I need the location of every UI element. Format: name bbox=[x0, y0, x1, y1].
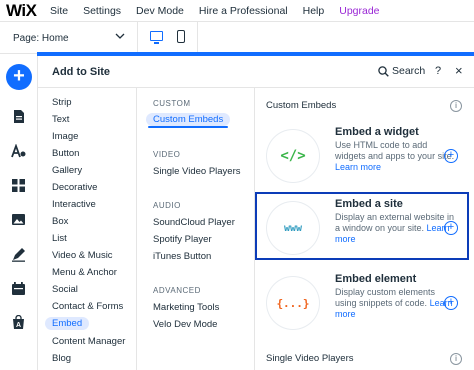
search-label: Search bbox=[392, 65, 426, 77]
chevron-down-icon bbox=[115, 33, 125, 39]
add-elements-button[interactable]: + bbox=[6, 64, 32, 90]
card-description: Use HTML code to add widgets and apps to… bbox=[335, 140, 459, 173]
left-tool-rail: + A bbox=[0, 56, 38, 370]
card-description-text: Display custom elements using snippets o… bbox=[335, 287, 436, 308]
category-text[interactable]: Text bbox=[52, 114, 69, 125]
wix-logo[interactable]: WiX bbox=[0, 1, 50, 21]
subcategory-velo-dev-mode[interactable]: Velo Dev Mode bbox=[153, 319, 217, 330]
card-description: Display custom elements using snippets o… bbox=[335, 287, 459, 320]
category-interactive[interactable]: Interactive bbox=[52, 199, 96, 210]
search-icon bbox=[378, 65, 389, 77]
subcategory-spotify-player[interactable]: Spotify Player bbox=[153, 234, 212, 245]
subcategory-heading-advanced: ADVANCED bbox=[153, 286, 201, 295]
card-title: Embed a widget bbox=[335, 126, 419, 138]
subcategory-custom-embeds[interactable]: Custom Embeds bbox=[146, 113, 231, 128]
subcategory-heading-custom: CUSTOM bbox=[153, 99, 191, 108]
blog-icon[interactable] bbox=[11, 247, 26, 262]
category-video-music[interactable]: Video & Music bbox=[52, 250, 113, 261]
category-content-manager[interactable]: Content Manager bbox=[52, 336, 125, 347]
www-icon: www bbox=[267, 202, 319, 254]
category-image[interactable]: Image bbox=[52, 131, 78, 142]
help-button[interactable]: ? bbox=[435, 65, 441, 77]
desktop-icon[interactable] bbox=[150, 31, 163, 44]
add-icon[interactable]: + bbox=[444, 149, 458, 163]
category-decorative[interactable]: Decorative bbox=[52, 182, 97, 193]
close-button[interactable]: × bbox=[455, 63, 463, 78]
menu-help[interactable]: Help bbox=[303, 5, 325, 17]
category-list: Strip Text Image Button Gallery Decorati… bbox=[38, 88, 137, 370]
code-icon: </> bbox=[267, 130, 319, 182]
embed-element-card[interactable]: {...} Embed element Display custom eleme… bbox=[257, 269, 469, 337]
search-button[interactable]: Search bbox=[378, 65, 425, 77]
www-glyph: www bbox=[283, 222, 303, 234]
menu-dev-mode[interactable]: Dev Mode bbox=[136, 5, 184, 17]
info-icon[interactable]: i bbox=[450, 353, 462, 365]
panel-title: Add to Site bbox=[52, 66, 111, 78]
top-bar: WiX Site Settings Dev Mode Hire a Profes… bbox=[0, 0, 474, 22]
subcategory-list: CUSTOM Custom Embeds VIDEO Single Video … bbox=[137, 88, 255, 370]
media-icon[interactable] bbox=[11, 212, 26, 227]
category-gallery[interactable]: Gallery bbox=[52, 165, 82, 176]
device-switcher bbox=[138, 22, 198, 54]
category-contact-forms[interactable]: Contact & Forms bbox=[52, 301, 123, 312]
embed-site-card[interactable]: www Embed a site Display an external web… bbox=[255, 192, 469, 260]
category-list[interactable]: List bbox=[52, 233, 67, 244]
section-title-custom-embeds: Custom Embeds bbox=[266, 100, 337, 111]
add-to-site-panel: Add to Site Search ? × Strip Text Image … bbox=[38, 56, 474, 370]
subcategory-heading-audio: AUDIO bbox=[153, 201, 181, 210]
menu-hire-professional[interactable]: Hire a Professional bbox=[199, 5, 288, 17]
embed-widget-card[interactable]: </> Embed a widget Use HTML code to add … bbox=[257, 122, 469, 190]
card-title: Embed element bbox=[335, 273, 417, 285]
code-glyph: </> bbox=[280, 148, 306, 164]
card-description: Display an external website in a window … bbox=[335, 212, 459, 245]
subcategory-single-video-players[interactable]: Single Video Players bbox=[153, 166, 241, 177]
menu-upgrade[interactable]: Upgrade bbox=[339, 5, 379, 17]
info-icon[interactable]: i bbox=[450, 100, 462, 112]
subcategory-marketing-tools[interactable]: Marketing Tools bbox=[153, 302, 219, 313]
store-icon[interactable]: A bbox=[11, 315, 26, 330]
card-title: Embed a site bbox=[335, 198, 403, 210]
apps-icon[interactable] bbox=[11, 178, 26, 193]
subcategory-heading-video: VIDEO bbox=[153, 150, 181, 159]
section-title-single-video-players: Single Video Players bbox=[266, 353, 354, 364]
card-description-text: Use HTML code to add widgets and apps to… bbox=[335, 140, 455, 161]
learn-more-link[interactable]: Learn more bbox=[335, 162, 381, 172]
top-menu: Site Settings Dev Mode Hire a Profession… bbox=[50, 5, 395, 17]
category-strip[interactable]: Strip bbox=[52, 97, 72, 108]
theme-icon[interactable] bbox=[11, 144, 26, 159]
panel-header: Add to Site Search ? × bbox=[38, 56, 474, 88]
category-button[interactable]: Button bbox=[52, 148, 79, 159]
category-box[interactable]: Box bbox=[52, 216, 68, 227]
category-social[interactable]: Social bbox=[52, 284, 78, 295]
category-blog[interactable]: Blog bbox=[52, 353, 71, 364]
page-selector[interactable]: Page: Home bbox=[0, 22, 138, 54]
braces-icon: {...} bbox=[267, 277, 319, 329]
pages-icon[interactable] bbox=[11, 109, 26, 124]
subcategory-itunes-button[interactable]: iTunes Button bbox=[153, 251, 211, 262]
add-icon[interactable]: + bbox=[444, 296, 458, 310]
svg-text:A: A bbox=[16, 322, 21, 329]
elements-area: Custom Embeds i </> Embed a widget Use H… bbox=[255, 88, 474, 370]
menu-settings[interactable]: Settings bbox=[83, 5, 121, 17]
category-embed[interactable]: Embed bbox=[45, 317, 90, 330]
mobile-icon[interactable] bbox=[177, 30, 185, 43]
page-bar: Page: Home bbox=[0, 22, 474, 54]
category-menu-anchor[interactable]: Menu & Anchor bbox=[52, 267, 117, 278]
add-icon[interactable]: + bbox=[444, 221, 458, 235]
page-selector-label: Page: Home bbox=[13, 32, 69, 44]
menu-site[interactable]: Site bbox=[50, 5, 68, 17]
braces-glyph: {...} bbox=[276, 296, 310, 310]
bookings-icon[interactable] bbox=[11, 281, 26, 296]
subcategory-soundcloud-player[interactable]: SoundCloud Player bbox=[153, 217, 235, 228]
